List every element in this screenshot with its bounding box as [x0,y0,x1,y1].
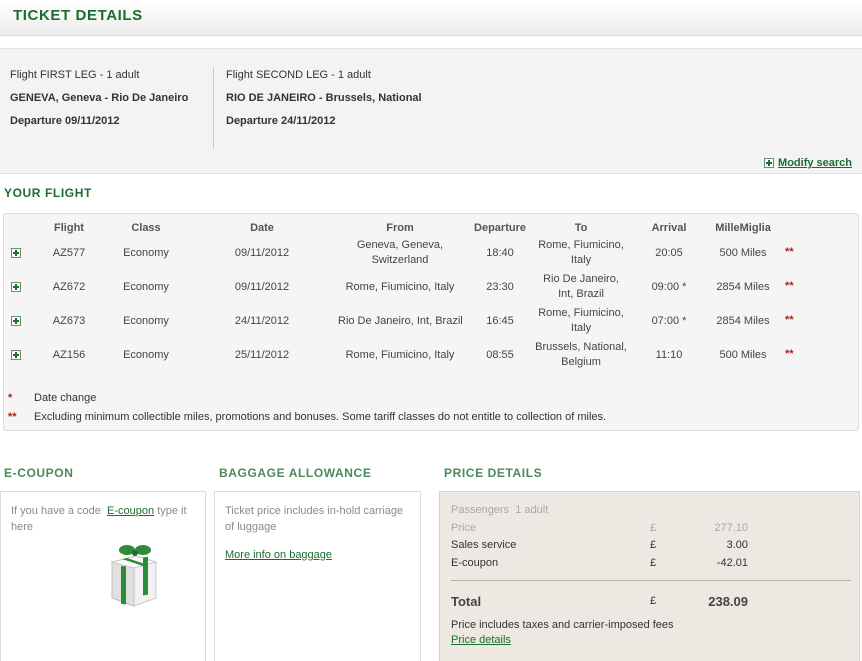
cell-arrival: 11:10 [655,349,683,361]
price-details-link[interactable]: Price details [451,634,511,646]
column-header: From [386,222,414,234]
cell-departure: 18:40 [486,247,514,259]
ecoupon-label: E-coupon [451,557,499,569]
cell-departure: 08:55 [486,349,514,361]
price-divider [451,580,851,581]
cell-flight: AZ672 [52,281,86,293]
leg-divider [213,67,214,149]
page-title: TICKET DETAILS [13,7,143,24]
miles-note-marker: ** [785,246,794,258]
leg-title: Flight SECOND LEG - 1 adult [226,69,371,81]
leg-first: Flight FIRST LEG - 1 adult GENEVA, Genev… [10,67,188,136]
cell-class: Economy [123,315,169,327]
cell-flight: AZ577 [52,247,86,259]
baggage-info-link[interactable]: More info on baggage [225,549,332,561]
column-header: Arrival [651,222,687,234]
cell-miles: 2854 Miles [716,281,770,293]
miles-note-marker: ** [785,314,794,326]
price-panel: Passengers 1 adult Price £ 277.10 Sales … [439,491,860,661]
leg-second: Flight SECOND LEG - 1 adult RIO DE JANEI… [226,67,422,136]
price-title: PRICE DETAILS [444,466,543,480]
cell-from: Rome, Fiumicino, Italy [345,281,455,293]
ecoupon-link[interactable]: E-coupon [107,505,154,517]
cell-to: Rio De Janeiro, Int, Brazil [543,273,619,300]
legs-summary: Flight FIRST LEG - 1 adult GENEVA, Genev… [0,48,862,174]
title-bar: TICKET DETAILS [0,0,862,36]
cell-from: Rio De Janeiro, Int, Brazil [338,315,463,327]
total-amount: 238.09 [708,594,748,609]
cell-flight: AZ673 [52,315,86,327]
flight-table: Flight Class Date From Departure To Arri… [3,213,859,431]
cell-from: Rome, Fiumicino, Italy [345,349,455,361]
note-date-change: * Date change [8,392,97,404]
plus-box-icon[interactable] [11,316,21,326]
leg-departure: Departure 09/11/2012 [10,115,120,127]
ecoupon-amount: -42.01 [716,557,748,569]
leg-route: RIO DE JANEIRO - Brussels, National [226,92,422,104]
leg-departure: Departure 24/11/2012 [226,115,336,127]
cell-to: Rome, Fiumicino, Italy [538,239,624,266]
column-header: Flight [54,222,84,234]
cell-to: Rome, Fiumicino, Italy [538,307,624,334]
cell-class: Economy [123,281,169,293]
price-currency: £ [650,522,657,534]
column-header: To [574,222,588,234]
cell-miles: 500 Miles [719,247,767,259]
plus-box-icon[interactable] [11,350,21,360]
leg-route: GENEVA, Geneva - Rio De Janeiro [10,92,189,104]
cell-date: 24/11/2012 [234,315,290,327]
ecoupon-currency: £ [650,557,657,569]
cell-miles: 2854 Miles [716,315,770,327]
cell-date: 09/11/2012 [234,281,290,293]
modify-search-link[interactable]: Modify search [778,157,852,169]
column-header: Departure [474,222,526,234]
cell-flight: AZ156 [52,349,86,361]
column-header: Date [250,222,274,234]
cell-class: Economy [123,247,169,259]
cell-arrival: 09:00 * [651,281,687,293]
sales-service-amount: 3.00 [726,539,748,551]
passengers: Passengers 1 adult [451,504,549,516]
cell-departure: 16:45 [486,315,514,327]
plus-box-icon[interactable] [11,282,21,292]
cell-date: 09/11/2012 [234,247,290,259]
baggage-panel: Ticket price includes in-hold carriage o… [214,491,421,661]
cell-departure: 23:30 [486,281,514,293]
cell-class: Economy [123,349,169,361]
gift-box-icon [110,545,158,607]
note-miles: ** Excluding minimum collectible miles, p… [8,411,607,423]
cell-arrival: 07:00 * [651,315,687,327]
ecoupon-text: If you have a code E-coupon type it here [11,505,187,533]
column-header: Class [131,222,161,234]
ecoupon-panel: If you have a code E-coupon type it here [0,491,206,661]
plus-box-icon[interactable] [764,158,775,168]
miles-note-marker: ** [785,280,794,292]
baggage-text: Ticket price includes in-hold carriage o… [225,505,404,533]
sales-service-label: Sales service [451,539,517,551]
sales-service-currency: £ [650,539,657,551]
modify-search[interactable]: Modify search [764,157,852,169]
cell-date: 25/11/2012 [234,349,290,361]
cell-to: Brussels, National, Belgium [535,341,627,368]
price-label: Price [451,522,477,534]
plus-box-icon[interactable] [11,248,21,258]
total-label: Total [451,594,482,609]
total-currency: £ [650,595,657,607]
cell-from: Geneva, Geneva, Switzerland [356,239,444,266]
cell-miles: 500 Miles [719,349,767,361]
price-note: Price includes taxes and carrier-imposed… [451,619,674,631]
miles-note-marker: ** [785,348,794,360]
your-flight-title: YOUR FLIGHT [4,186,92,200]
cell-arrival: 20:05 [655,247,683,259]
column-header: MilleMiglia [715,222,771,234]
baggage-title: BAGGAGE ALLOWANCE [219,466,372,480]
ecoupon-title: E-COUPON [4,466,74,480]
price-amount: 277.10 [714,522,748,534]
leg-title: Flight FIRST LEG - 1 adult [10,69,140,81]
